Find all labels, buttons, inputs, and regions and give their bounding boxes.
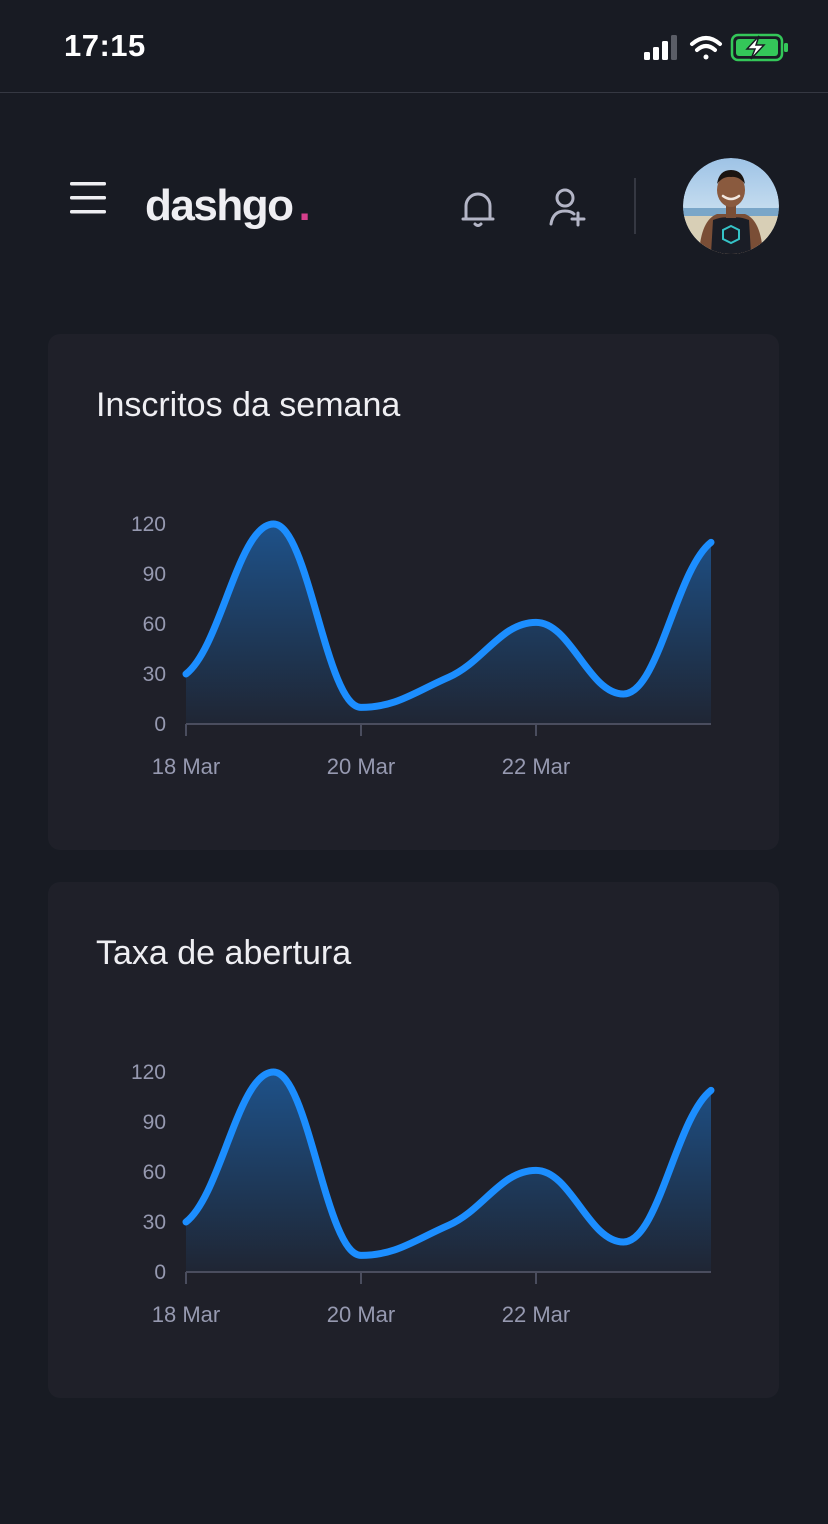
header-divider [634,178,636,234]
bell-icon[interactable] [458,186,498,230]
y-tick-label: 30 [143,663,166,686]
menu-icon[interactable] [68,180,108,216]
status-bar: 17:15 [0,0,828,93]
y-tick-label: 60 [143,1161,166,1184]
y-tick-label: 90 [143,563,166,586]
y-tick-label: 120 [131,1061,166,1084]
avatar[interactable] [683,158,779,254]
logo: dashgo. [145,180,311,232]
wifi-icon [690,36,722,60]
signal-icon [644,35,677,60]
status-icons [644,33,788,62]
header: dashgo. [0,150,828,260]
battery-charging-icon [730,33,788,62]
x-tick-label: 18 Mar [152,1302,220,1327]
y-tick-label: 60 [143,613,166,636]
y-tick-label: 120 [131,513,166,536]
y-tick-label: 0 [154,1261,166,1284]
x-tick-label: 20 Mar [327,1302,395,1327]
status-time: 17:15 [64,28,146,63]
logo-text: dashgo [145,181,294,230]
y-tick-label: 90 [143,1111,166,1134]
chart-card-taxa-abertura: Taxa de abertura 0 30 60 90 120 18 Mar 20 Mar 2… [48,882,779,1398]
x-tick-label: 22 Mar [502,754,570,779]
x-tick-label: 20 Mar [327,754,395,779]
logo-dot: . [298,181,310,230]
y-tick-label: 0 [154,713,166,736]
user-add-icon[interactable] [547,186,589,228]
chart-card-inscritos: Inscritos da semana 0 30 60 90 120 18 Mar 20 M… [48,334,779,850]
x-tick-label: 22 Mar [502,1302,570,1327]
area-chart-taxa-abertura: 0 30 60 90 120 18 Mar 20 Mar 22 Mar [131,1061,715,1327]
y-tick-label: 30 [143,1211,166,1234]
area-chart-inscritos: 0 30 60 90 120 18 Mar 20 Mar 22 Mar [131,513,715,779]
x-tick-label: 18 Mar [152,754,220,779]
